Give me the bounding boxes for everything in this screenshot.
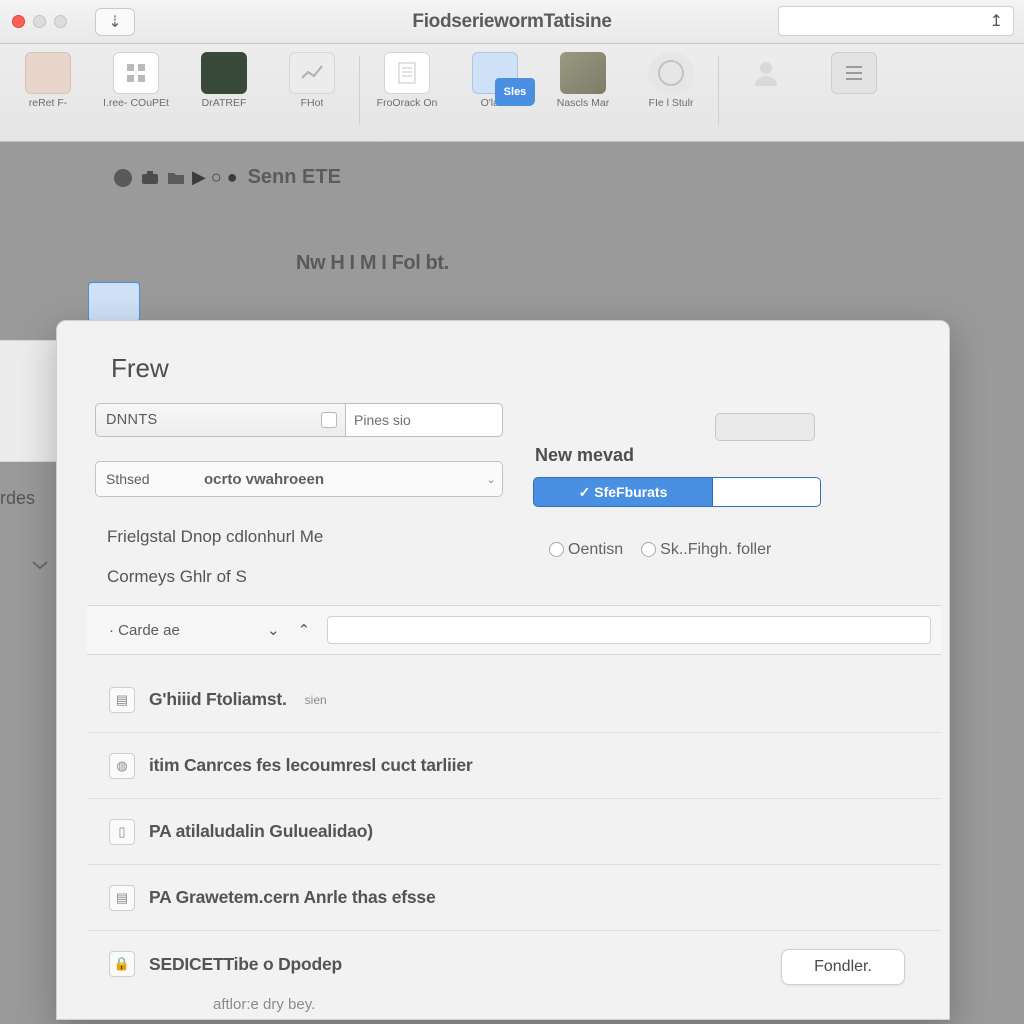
- filename-label: DNNTS: [106, 412, 157, 428]
- page-icon: ▤: [109, 885, 135, 911]
- toolbar-item[interactable]: I.ree- COuPEt: [92, 52, 180, 139]
- list-item[interactable]: ▤ PA Grawetem.cern Anrle thas efsse: [87, 865, 941, 931]
- option-line-2: Cormeys Ghlr of S: [107, 567, 247, 587]
- location-label: Sthsed: [96, 471, 204, 487]
- filename-label-segment[interactable]: DNNTS: [95, 403, 345, 437]
- main-toolbar: reRet F- I.ree- COuPEt DrATREF FHot FroO…: [0, 44, 1024, 142]
- image-icon: [560, 52, 606, 94]
- window-titlebar: ⇣ FiodseriewormTatisine ↥: [0, 0, 1024, 44]
- right-section-label: New mevad: [535, 445, 634, 466]
- expand-row[interactable]: · Carde ae ⌄⌃: [87, 605, 941, 655]
- close-window-button[interactable]: [12, 15, 25, 28]
- format-selected: ✓ SfeFburats: [533, 477, 713, 507]
- toolbar-item-label: DrATREF: [202, 98, 247, 109]
- path-bar: ▶ ○ ● Senn ETE: [112, 166, 341, 189]
- sidebar-selected-item[interactable]: [88, 282, 140, 322]
- option-line-1: Frielgstal Dnop cdlonhurl Me: [107, 527, 323, 547]
- expand-input[interactable]: [327, 616, 931, 644]
- toolbar-item-label: FIe l Stulr: [649, 98, 694, 109]
- sidebar-icon-cut: [30, 556, 50, 576]
- radio-option-2[interactable]: [641, 542, 656, 557]
- search-field[interactable]: ↥: [778, 6, 1014, 36]
- toolbar-separator: [718, 56, 719, 125]
- filename-value: Pines sio: [354, 412, 411, 428]
- breadcrumb-sub: Nw H I M I Fol bt.: [296, 252, 449, 275]
- list-item-label: G'hiiid Ftoliamst.: [149, 689, 287, 710]
- toolbar-item[interactable]: DrATREF: [180, 52, 268, 139]
- toolbar-overflow-button[interactable]: ⇣: [95, 8, 135, 36]
- upload-icon: ↥: [990, 11, 1003, 31]
- format-extension-input[interactable]: [713, 477, 821, 507]
- doc-icon: ▤: [109, 687, 135, 713]
- lock-icon: 🔒: [109, 951, 135, 977]
- grid-icon: [113, 52, 159, 94]
- list-item[interactable]: ▯ PA atilaludalin Guluealidao): [87, 799, 941, 865]
- camera-icon: [140, 168, 160, 188]
- list-item-label: itim Canrces fes lecoumresl cuct tarliie…: [149, 755, 472, 776]
- right-chip-button[interactable]: [715, 413, 815, 441]
- chart-icon: [289, 52, 335, 94]
- chevron-updown-icon: ⌄: [480, 473, 502, 486]
- location-select[interactable]: Sthsed ocrto vwahroeen ⌄: [95, 461, 503, 497]
- dialog-title: Frew: [111, 353, 169, 384]
- minimize-window-button[interactable]: [33, 15, 46, 28]
- chevron-down-icon: ⌄: [267, 621, 280, 639]
- path-current: Senn ETE: [248, 166, 341, 189]
- folder-icon: [25, 52, 71, 94]
- page-icon: ▯: [109, 819, 135, 845]
- list-item-label: SEDICETTibe o Dpodep: [149, 954, 342, 975]
- window-controls: [12, 15, 67, 28]
- toolbar-item[interactable]: FroOrack On: [363, 52, 451, 139]
- toolbar-item[interactable]: FHot: [268, 52, 356, 139]
- download-icon: ⇣: [108, 12, 121, 32]
- person-icon: [743, 52, 789, 94]
- radio-option-1[interactable]: [549, 542, 564, 557]
- toolbar-item-label: reRet F-: [29, 98, 68, 109]
- toolbar-item-label: FroOrack On: [377, 98, 438, 109]
- toolbar-item-label: Nascls Mar: [557, 98, 610, 109]
- radio-label-2: Sk..Fihgh. foller: [660, 541, 771, 558]
- save-dialog: Frew DNNTS Pines sio Sthsed ocrto vwahro…: [56, 320, 950, 1020]
- filename-row: DNNTS Pines sio: [95, 403, 503, 437]
- path-icons: ▶ ○ ●: [112, 167, 238, 189]
- option-list: ▤ G'hiiid Ftoliamst. sien ◍ itim Canrces…: [87, 667, 941, 997]
- list-item-sub: sien: [305, 693, 327, 707]
- toolbar-item[interactable]: reRet F-: [4, 52, 92, 139]
- hint-text: aftlor:e dry bey.: [213, 996, 315, 1013]
- list-item[interactable]: ▤ G'hiiid Ftoliamst. sien: [87, 667, 941, 733]
- toolbar-item[interactable]: [810, 52, 898, 139]
- mini-checkbox[interactable]: [321, 412, 337, 428]
- globe-icon: [648, 52, 694, 94]
- confirm-button[interactable]: Fondler.: [781, 949, 905, 985]
- list-item-label: PA Grawetem.cern Anrle thas efsse: [149, 887, 435, 908]
- toolbar-item[interactable]: Nascls Mar: [539, 52, 627, 139]
- chevron-up-icon: ⌃: [298, 621, 311, 639]
- radio-label-1: Oentisn: [568, 541, 623, 558]
- toolbar-separator: [359, 56, 360, 125]
- list-icon: [831, 52, 877, 94]
- toolbar-item[interactable]: Sles O'lalkt: [451, 52, 539, 139]
- expand-chevrons: ⌄⌃: [267, 621, 327, 639]
- document-icon: [384, 52, 430, 94]
- confirm-button-label: Fondler.: [814, 958, 872, 976]
- zoom-window-button[interactable]: [54, 15, 67, 28]
- toolbar-item-label: FHot: [301, 98, 324, 109]
- window-title: FiodseriewormTatisine: [412, 11, 611, 33]
- format-combo[interactable]: ✓ SfeFburats: [533, 477, 821, 507]
- badge: Sles: [495, 78, 535, 106]
- toolbar-item[interactable]: [722, 52, 810, 139]
- drive-icon: [112, 167, 134, 189]
- filename-input[interactable]: Pines sio: [345, 403, 503, 437]
- list-item-label: PA atilaludalin Guluealidao): [149, 821, 373, 842]
- expand-label: · Carde ae: [87, 622, 267, 639]
- swatch-icon: [201, 52, 247, 94]
- location-value: ocrto vwahroeen: [204, 471, 480, 488]
- folder-small-icon: [166, 169, 186, 187]
- toolbar-item[interactable]: FIe l Stulr: [627, 52, 715, 139]
- radio-group: Oentisn Sk..Fihgh. foller: [549, 541, 771, 559]
- list-item[interactable]: ◍ itim Canrces fes lecoumresl cuct tarli…: [87, 733, 941, 799]
- sidebar-label-cut: rdes: [0, 488, 35, 509]
- disc-icon: ◍: [109, 753, 135, 779]
- toolbar-item-label: I.ree- COuPEt: [103, 98, 169, 109]
